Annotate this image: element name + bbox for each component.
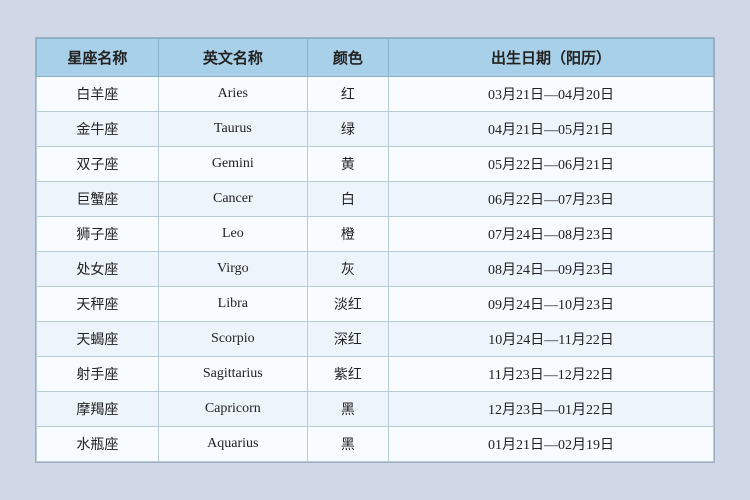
cell-color: 白 <box>307 182 388 217</box>
table-row: 巨蟹座Cancer白06月22日—07月23日 <box>37 182 714 217</box>
cell-en: Sagittarius <box>158 357 307 392</box>
cell-en: Gemini <box>158 147 307 182</box>
cell-en: Taurus <box>158 112 307 147</box>
table-row: 射手座Sagittarius紫红11月23日—12月22日 <box>37 357 714 392</box>
zodiac-table: 星座名称 英文名称 颜色 出生日期（阳历） 白羊座Aries红03月21日—04… <box>36 38 714 462</box>
table-row: 白羊座Aries红03月21日—04月20日 <box>37 77 714 112</box>
cell-date: 07月24日—08月23日 <box>389 217 714 252</box>
cell-color: 黄 <box>307 147 388 182</box>
cell-cn: 双子座 <box>37 147 159 182</box>
cell-en: Libra <box>158 287 307 322</box>
cell-cn: 摩羯座 <box>37 392 159 427</box>
cell-date: 01月21日—02月19日 <box>389 427 714 462</box>
header-color: 颜色 <box>307 39 388 77</box>
cell-en: Aquarius <box>158 427 307 462</box>
cell-color: 黑 <box>307 392 388 427</box>
table-row: 狮子座Leo橙07月24日—08月23日 <box>37 217 714 252</box>
table-row: 双子座Gemini黄05月22日—06月21日 <box>37 147 714 182</box>
cell-cn: 狮子座 <box>37 217 159 252</box>
cell-color: 淡红 <box>307 287 388 322</box>
cell-cn: 巨蟹座 <box>37 182 159 217</box>
cell-date: 03月21日—04月20日 <box>389 77 714 112</box>
header-en: 英文名称 <box>158 39 307 77</box>
cell-cn: 天秤座 <box>37 287 159 322</box>
cell-color: 橙 <box>307 217 388 252</box>
cell-date: 05月22日—06月21日 <box>389 147 714 182</box>
zodiac-table-container: 星座名称 英文名称 颜色 出生日期（阳历） 白羊座Aries红03月21日—04… <box>35 37 715 463</box>
header-cn: 星座名称 <box>37 39 159 77</box>
cell-en: Scorpio <box>158 322 307 357</box>
header-date: 出生日期（阳历） <box>389 39 714 77</box>
cell-cn: 白羊座 <box>37 77 159 112</box>
cell-color: 绿 <box>307 112 388 147</box>
cell-en: Virgo <box>158 252 307 287</box>
cell-cn: 射手座 <box>37 357 159 392</box>
table-row: 天秤座Libra淡红09月24日—10月23日 <box>37 287 714 322</box>
table-row: 处女座Virgo灰08月24日—09月23日 <box>37 252 714 287</box>
table-row: 摩羯座Capricorn黑12月23日—01月22日 <box>37 392 714 427</box>
cell-date: 11月23日—12月22日 <box>389 357 714 392</box>
cell-color: 深红 <box>307 322 388 357</box>
cell-date: 04月21日—05月21日 <box>389 112 714 147</box>
cell-cn: 水瓶座 <box>37 427 159 462</box>
cell-cn: 金牛座 <box>37 112 159 147</box>
cell-en: Cancer <box>158 182 307 217</box>
cell-color: 灰 <box>307 252 388 287</box>
cell-en: Aries <box>158 77 307 112</box>
cell-date: 06月22日—07月23日 <box>389 182 714 217</box>
table-row: 水瓶座Aquarius黑01月21日—02月19日 <box>37 427 714 462</box>
cell-color: 红 <box>307 77 388 112</box>
cell-en: Capricorn <box>158 392 307 427</box>
table-row: 天蝎座Scorpio深红10月24日—11月22日 <box>37 322 714 357</box>
cell-date: 10月24日—11月22日 <box>389 322 714 357</box>
table-header-row: 星座名称 英文名称 颜色 出生日期（阳历） <box>37 39 714 77</box>
cell-date: 08月24日—09月23日 <box>389 252 714 287</box>
cell-cn: 天蝎座 <box>37 322 159 357</box>
cell-cn: 处女座 <box>37 252 159 287</box>
cell-date: 09月24日—10月23日 <box>389 287 714 322</box>
cell-color: 黑 <box>307 427 388 462</box>
cell-date: 12月23日—01月22日 <box>389 392 714 427</box>
table-row: 金牛座Taurus绿04月21日—05月21日 <box>37 112 714 147</box>
cell-en: Leo <box>158 217 307 252</box>
cell-color: 紫红 <box>307 357 388 392</box>
